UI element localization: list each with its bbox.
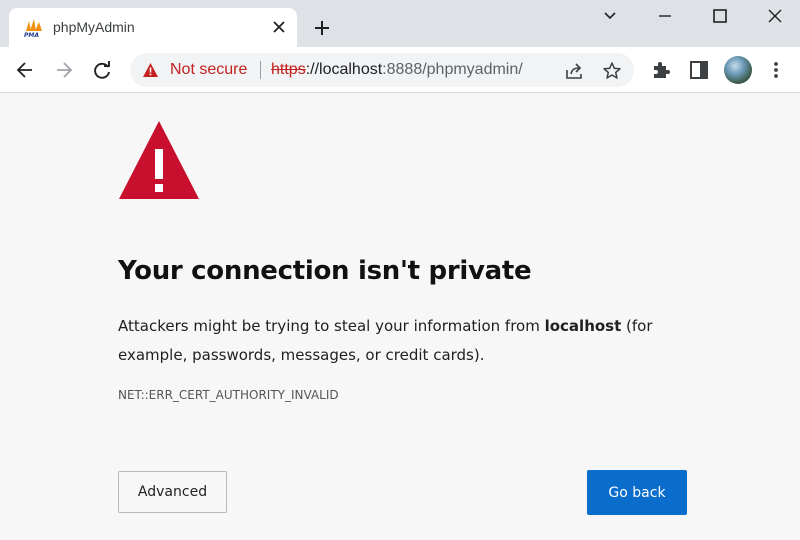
description-host: localhost [544,317,622,335]
not-secure-label[interactable]: Not secure [170,61,247,79]
advanced-button[interactable]: Advanced [118,471,227,513]
url-path: :8888/phpmyadmin/ [382,61,523,78]
close-tab-icon[interactable] [271,19,287,35]
back-icon[interactable] [14,59,36,81]
svg-text:PMA: PMA [24,32,39,38]
tab-search-icon[interactable] [600,6,620,26]
maximize-icon[interactable] [710,6,730,26]
side-panel-icon[interactable] [688,59,710,81]
minimize-icon[interactable] [655,6,675,26]
description-text: Attackers might be trying to steal your … [118,317,545,335]
tab-title: phpMyAdmin [53,19,135,35]
omnibox-divider [260,61,261,79]
url-scheme: https [271,61,306,78]
bookmark-star-icon[interactable] [602,61,622,81]
address-bar[interactable]: Not secure https://localhost:8888/phpmya… [130,53,634,87]
share-icon[interactable] [564,61,584,81]
warning-triangle-icon [119,121,199,199]
browser-toolbar: Not secure https://localhost:8888/phpmya… [0,47,800,93]
warning-description: Attackers might be trying to steal your … [118,312,678,370]
warning-icon[interactable] [142,62,159,78]
extensions-puzzle-icon[interactable] [650,59,672,81]
url-text[interactable]: https://localhost:8888/phpmyadmin/ [271,61,523,79]
page-heading: Your connection isn't private [118,256,532,286]
more-menu-icon[interactable] [765,59,787,81]
forward-icon[interactable] [53,59,75,81]
tab-strip: PMA phpMyAdmin [0,0,800,48]
profile-avatar[interactable] [724,56,752,84]
url-host: ://localhost [305,61,383,78]
phpmyadmin-logo-icon: PMA [24,19,42,38]
go-back-button[interactable]: Go back [587,470,687,515]
new-tab-icon[interactable] [312,18,332,38]
reload-icon[interactable] [91,59,113,81]
error-code[interactable]: NET::ERR_CERT_AUTHORITY_INVALID [118,388,339,402]
interstitial-page: Your connection isn't private Attackers … [0,94,800,540]
tab-phpmyadmin[interactable]: PMA phpMyAdmin [9,8,297,48]
close-window-icon[interactable] [765,6,785,26]
